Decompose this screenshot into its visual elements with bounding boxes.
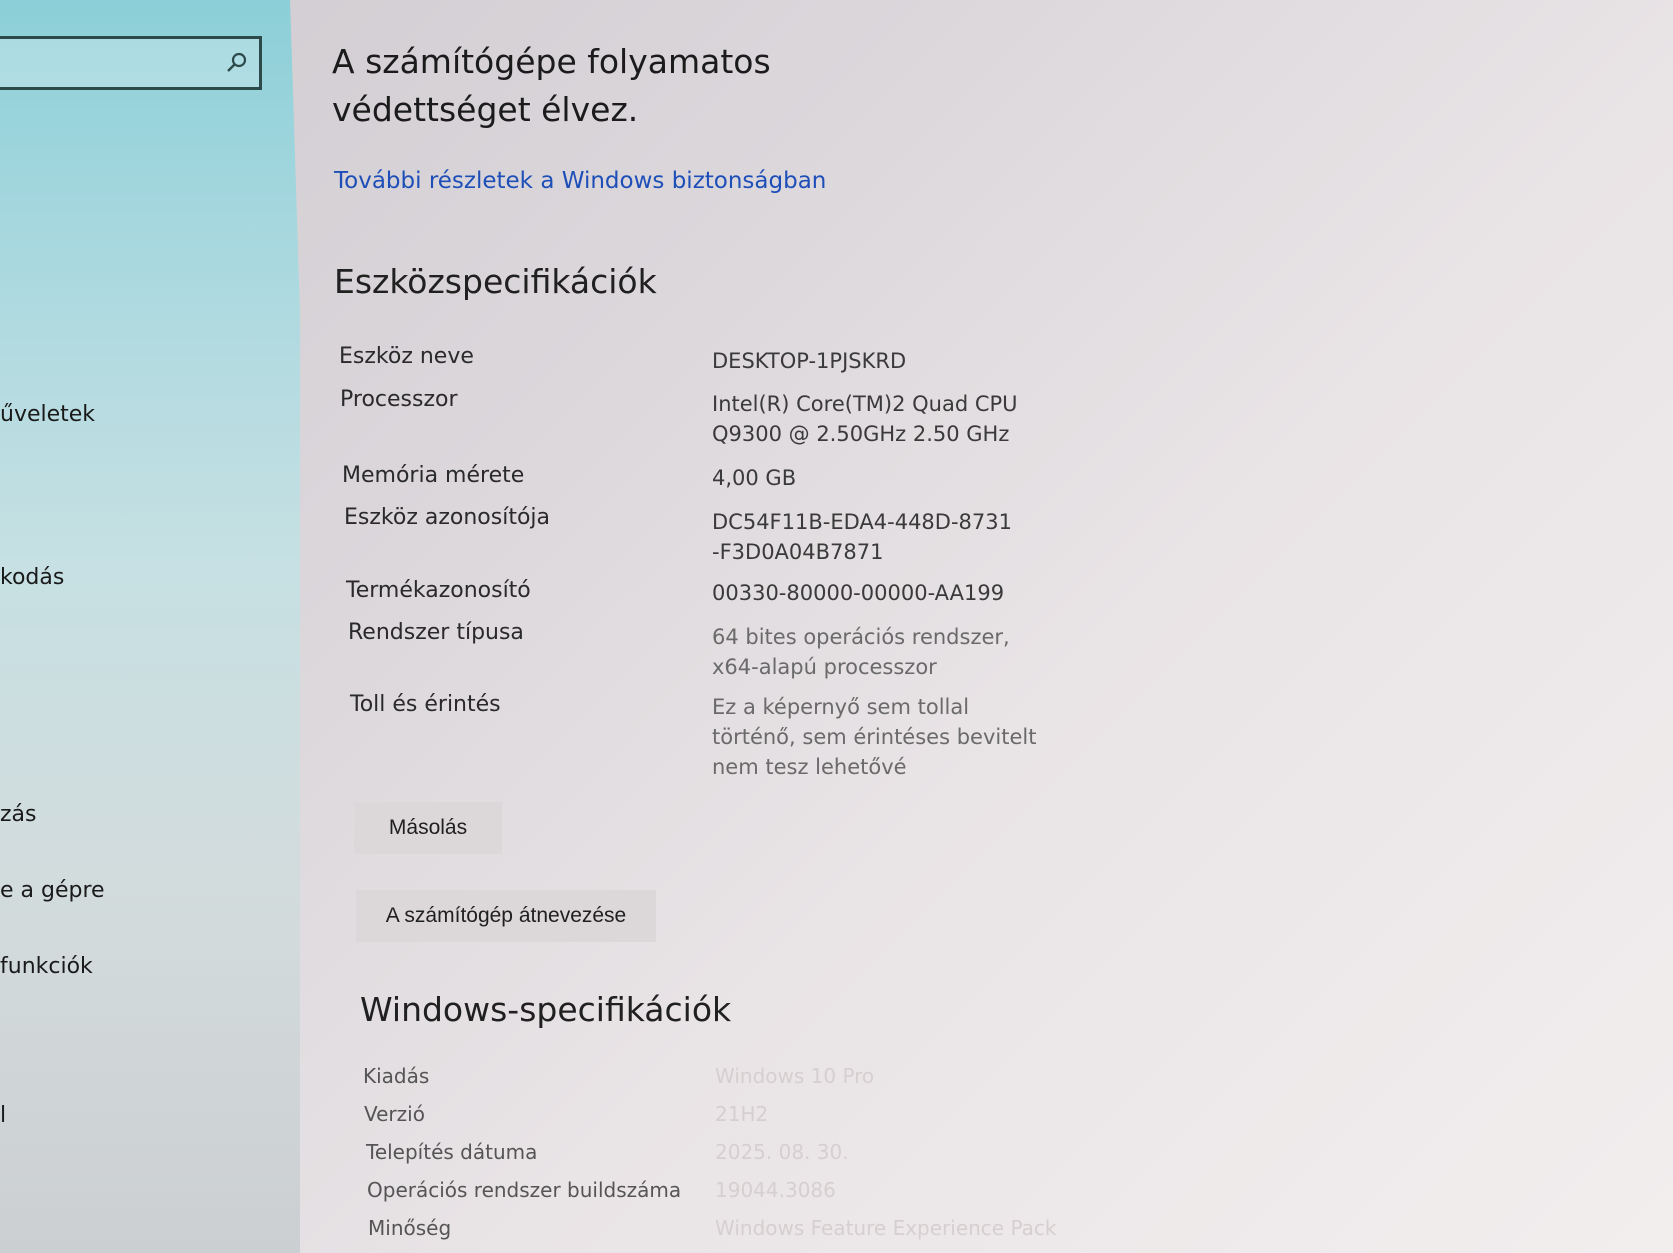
spec-value-pen-touch: Ez a képernyő sem tollal történő, sem ér… — [712, 695, 1037, 779]
spec-label-system-type: Rendszer típusa — [348, 620, 524, 645]
win-label-edition: Kiadás — [363, 1064, 430, 1088]
spec-label-pen-touch: Toll és érintés — [350, 692, 501, 717]
win-label-experience: Minőség — [368, 1216, 452, 1240]
spec-value-processor: Intel(R) Core(TM)2 Quad CPU Q9300 @ 2.50… — [712, 392, 1018, 446]
sidebar-item[interactable]: l — [0, 1103, 6, 1128]
spec-label-processor: Processzor — [340, 387, 458, 412]
security-details-link[interactable]: További részletek a Windows biztonságban — [334, 168, 826, 194]
sidebar-item[interactable]: kodás — [0, 565, 64, 590]
spec-value-memory: 4,00 GB — [712, 466, 797, 490]
spec-label-device-id: Eszköz azonosítója — [344, 505, 551, 530]
copy-button[interactable]: Másolás — [354, 802, 502, 854]
windows-specs-title: Windows-specifikációk — [360, 990, 732, 1029]
search-icon[interactable] — [225, 51, 249, 75]
spec-label-device-name: Eszköz neve — [339, 344, 474, 369]
sidebar-item[interactable]: e a gépre — [0, 878, 105, 903]
sidebar: űveletek kodás zás e a gépre funkciók l — [0, 0, 300, 1253]
sidebar-item[interactable]: zás — [0, 802, 37, 827]
win-label-os-build: Operációs rendszer buildszáma — [367, 1178, 682, 1202]
spec-label-memory: Memória mérete — [342, 463, 525, 488]
spec-value-product-id: 00330-80000-00000-AA199 — [712, 581, 1005, 605]
win-label-install-date: Telepítés dátuma — [366, 1140, 538, 1164]
win-value-os-build: 19044.3086 — [715, 1178, 836, 1202]
win-value-version: 21H2 — [715, 1102, 769, 1126]
sidebar-item[interactable]: űveletek — [0, 402, 95, 427]
win-value-experience: Windows Feature Experience Pack — [715, 1216, 1057, 1240]
protection-status: A számítógépe folyamatos védettséget élv… — [332, 42, 771, 129]
device-specs-title: Eszközspecifikációk — [334, 262, 657, 301]
main-content: A számítógépe folyamatos védettséget élv… — [330, 0, 1630, 1253]
spec-value-device-id: DC54F11B-EDA4-448D-8731-F3D0A04B7871 — [712, 510, 1012, 564]
win-value-install-date: 2025. 08. 30. — [715, 1140, 849, 1164]
search-input[interactable] — [0, 36, 262, 90]
spec-value-system-type: 64 bites operációs rendszer, x64-alapú p… — [712, 625, 1010, 679]
sidebar-item[interactable]: funkciók — [0, 954, 93, 979]
rename-pc-button[interactable]: A számítógép átnevezése — [356, 890, 656, 942]
spec-value-device-name: DESKTOP-1PJSKRD — [712, 349, 907, 373]
spec-label-product-id: Termékazonosító — [346, 578, 531, 603]
win-label-version: Verzió — [364, 1102, 425, 1126]
win-value-edition: Windows 10 Pro — [715, 1064, 875, 1088]
